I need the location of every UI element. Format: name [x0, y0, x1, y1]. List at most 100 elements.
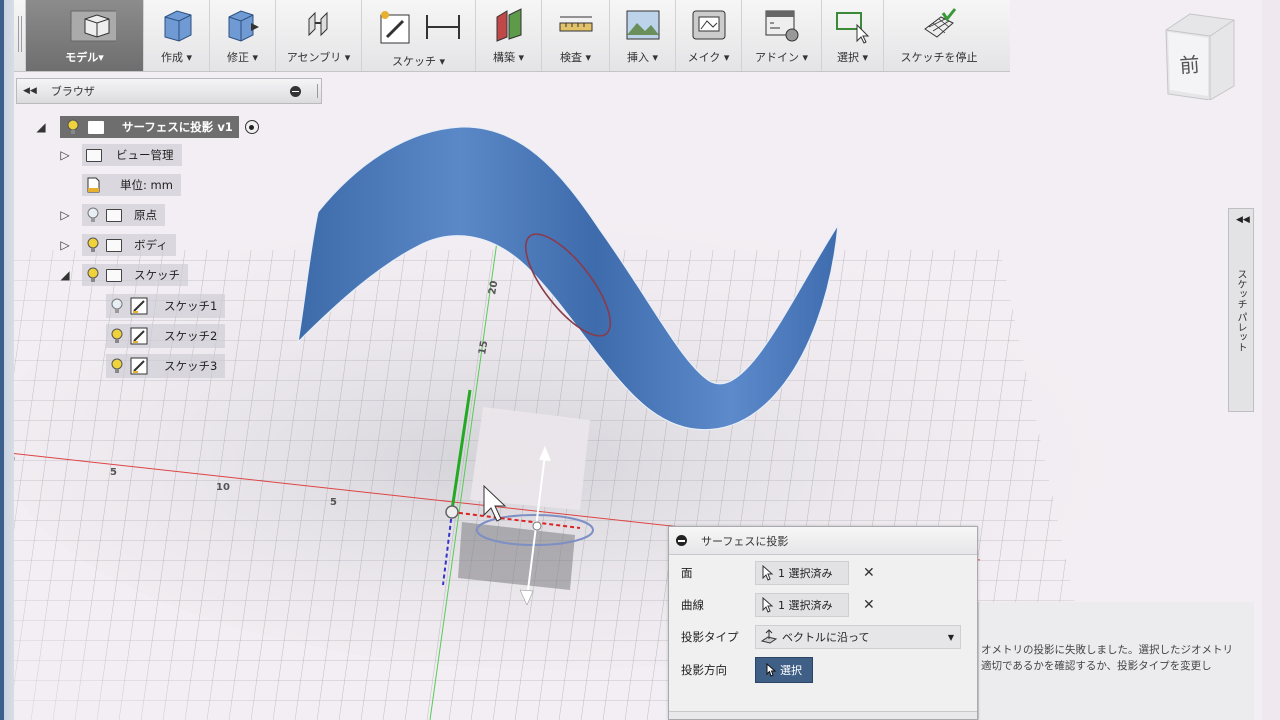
- toolbar-label: スケッチ ▾: [391, 55, 446, 68]
- manipulator-center-dot[interactable]: [532, 521, 542, 531]
- view-cube[interactable]: 前: [1150, 10, 1240, 100]
- projection-type-label: 投影タイプ: [681, 630, 739, 644]
- expand-palette-icon[interactable]: ◀◀: [1236, 215, 1253, 225]
- toolbar-label: 構築 ▾: [492, 51, 525, 64]
- hidden-bulb-icon[interactable]: [86, 207, 100, 223]
- sketch-item-icon: [130, 327, 148, 345]
- collapse-panel-icon[interactable]: ◀◀: [23, 86, 37, 96]
- component-icon: [88, 120, 104, 134]
- tree-item-units[interactable]: 単位: mm: [82, 174, 181, 196]
- minimize-icon[interactable]: [290, 85, 301, 97]
- make-menu[interactable]: メイク ▾: [676, 0, 742, 71]
- sketch-icon: [380, 11, 409, 44]
- tree-item-label: ビュー管理: [116, 148, 174, 162]
- toolbar-grip[interactable]: [14, 0, 26, 71]
- tree-item-sketch-2[interactable]: スケッチ2: [106, 324, 226, 348]
- make-print-icon: [692, 10, 725, 40]
- select-menu[interactable]: 選択 ▾: [822, 0, 884, 71]
- grid-label: 5: [330, 497, 337, 508]
- dialog-header[interactable]: サーフェスに投影: [669, 527, 977, 555]
- workspace-model-menu[interactable]: モデル▾: [26, 0, 144, 71]
- sketch-palette-tab[interactable]: ◀◀ スケッチ パレット: [1228, 208, 1254, 412]
- select-button-label: 選択: [780, 664, 802, 677]
- browser-panel-header[interactable]: ◀◀ ブラウザ: [16, 78, 322, 104]
- tree-root[interactable]: ◢ サーフェスに投影 v1: [34, 116, 259, 138]
- inspect-ruler-icon: [559, 16, 592, 32]
- toolbar-label: モデル▾: [65, 51, 104, 64]
- sketch-menu[interactable]: スケッチ ▾: [362, 0, 476, 71]
- toolbar-label: 挿入 ▾: [626, 51, 659, 64]
- face-selection[interactable]: 1 選択済み: [755, 561, 849, 585]
- tree-item-sketch-3[interactable]: スケッチ3: [106, 354, 226, 378]
- projection-direction-select-button[interactable]: 選択: [755, 657, 813, 683]
- dialog-title: サーフェスに投影: [701, 534, 789, 548]
- inspect-menu[interactable]: 検査 ▾: [542, 0, 610, 71]
- visibility-bulb-icon[interactable]: [86, 237, 100, 253]
- toolbar-label: 検査 ▾: [559, 51, 592, 64]
- error-text-line: オメトリの投影に失敗しました。選択したジオメトリ: [981, 644, 1233, 656]
- sketch-item-icon: [130, 357, 148, 375]
- visibility-bulb-icon[interactable]: [110, 328, 124, 344]
- addin-script-icon: [765, 10, 798, 42]
- toolbar-label: スケッチを停止: [900, 51, 978, 64]
- document-name: サーフェスに投影 v1: [122, 120, 233, 134]
- grid-label: 10: [216, 482, 230, 493]
- collapse-dialog-icon[interactable]: [676, 535, 687, 546]
- tree-item-label: 単位: mm: [120, 178, 173, 192]
- tree-item-sketches[interactable]: ◢ スケッチ: [58, 264, 188, 286]
- sketch-palette-label: スケッチ パレット: [1235, 269, 1246, 353]
- expanded-arrow-icon[interactable]: ◢: [34, 120, 48, 134]
- toolbar-label: アセンブリ ▾: [286, 51, 351, 64]
- tree-item-origin[interactable]: ▷ 原点: [58, 204, 165, 226]
- tree-item-bodies[interactable]: ▷ ボディ: [58, 234, 176, 256]
- tree-item-label: ボディ: [134, 238, 168, 252]
- modify-icon: [228, 10, 259, 42]
- create-box-icon: [164, 10, 191, 42]
- stop-sketch-button[interactable]: スケッチを停止: [884, 0, 994, 71]
- right-margin: [1262, 0, 1280, 720]
- collapsed-arrow-icon[interactable]: ▷: [58, 208, 72, 222]
- visibility-bulb-icon[interactable]: [86, 267, 100, 283]
- hidden-bulb-icon[interactable]: [110, 298, 124, 314]
- clear-face-icon[interactable]: ✕: [863, 565, 875, 581]
- projection-type-dropdown[interactable]: ベクトルに沿って ▼: [755, 625, 961, 649]
- projection-type-value: ベクトルに沿って: [782, 631, 870, 644]
- visibility-bulb-icon[interactable]: [66, 119, 80, 135]
- origin-point[interactable]: [445, 505, 459, 519]
- toolbar-label: 作成 ▾: [160, 51, 193, 64]
- cursor-arrow-icon: [766, 663, 776, 677]
- main-toolbar: モデル▾ 作成 ▾ 修正 ▾ アセンブリ ▾ スケッチ ▾ 構築 ▾ 検査 ▾ …: [14, 0, 1010, 72]
- toolbar-label: アドイン ▾: [754, 51, 809, 64]
- active-radio-icon[interactable]: [244, 120, 259, 134]
- tree-item-named-views[interactable]: ▷ ビュー管理: [58, 144, 182, 166]
- face-selection-value: 1 選択済み: [778, 567, 833, 580]
- clear-curve-icon[interactable]: ✕: [863, 597, 875, 613]
- toolbar-label: 修正 ▾: [226, 51, 259, 64]
- document-units-icon: [87, 177, 100, 193]
- tree-root-pill[interactable]: サーフェスに投影 v1: [60, 116, 239, 138]
- panel-grip-icon[interactable]: [317, 84, 319, 98]
- visibility-bulb-icon[interactable]: [110, 358, 124, 374]
- insert-menu[interactable]: 挿入 ▾: [610, 0, 676, 71]
- stop-sketch-icon: [924, 8, 957, 38]
- curve-selection-value: 1 選択済み: [778, 599, 833, 612]
- addin-menu[interactable]: アドイン ▾: [742, 0, 822, 71]
- construct-menu[interactable]: 構築 ▾: [476, 0, 542, 71]
- tree-item-label: スケッチ2: [164, 329, 218, 343]
- projection-direction-row: 投影方向 選択: [669, 657, 813, 683]
- insert-image-icon: [626, 10, 659, 40]
- create-menu[interactable]: 作成 ▾: [144, 0, 210, 71]
- collapsed-arrow-icon[interactable]: ▷: [58, 238, 72, 252]
- dropdown-arrow-icon: ▼: [947, 632, 954, 642]
- tree-item-sketch-1[interactable]: スケッチ1: [106, 294, 226, 318]
- folder-icon: [106, 238, 122, 252]
- curve-selection[interactable]: 1 選択済み: [755, 593, 849, 617]
- face-label: 面: [681, 566, 693, 580]
- collapsed-arrow-icon[interactable]: ▷: [58, 148, 72, 162]
- cursor-arrow-icon: [762, 565, 774, 581]
- tree-item-label: スケッチ1: [164, 299, 218, 313]
- assembly-menu[interactable]: アセンブリ ▾: [276, 0, 362, 71]
- expanded-arrow-icon[interactable]: ◢: [58, 268, 72, 282]
- modify-menu[interactable]: 修正 ▾: [210, 0, 276, 71]
- tree-item-label: スケッチ: [134, 268, 180, 282]
